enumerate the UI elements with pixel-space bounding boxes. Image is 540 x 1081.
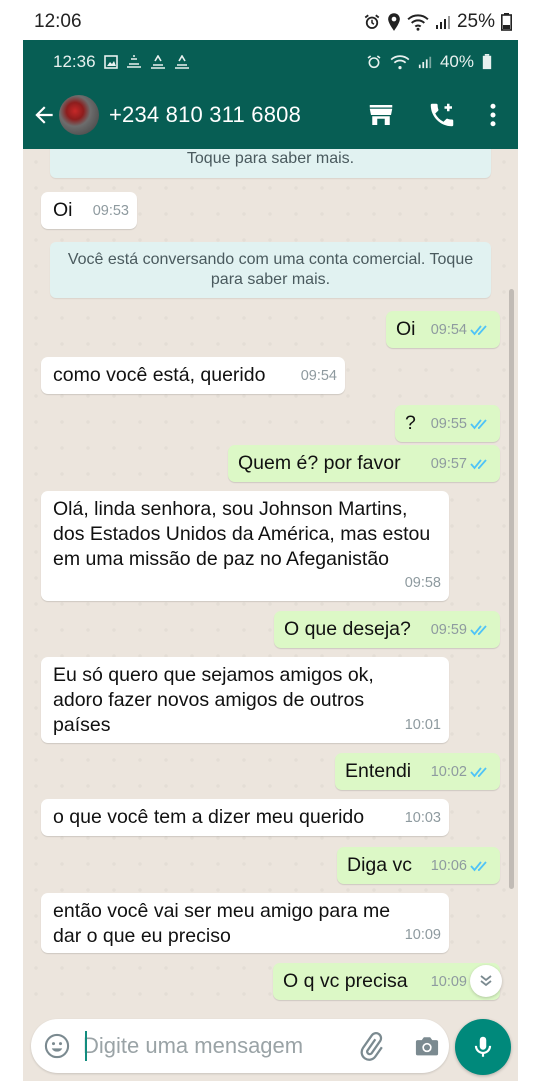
message-meta: 10:02 — [431, 760, 492, 785]
app-status-bar: 12:36 40% — [23, 40, 518, 82]
mic-icon — [474, 1036, 492, 1057]
message-time: 10:09 — [430, 974, 467, 990]
device-battery-level: 25% — [456, 11, 495, 32]
wifi-icon — [390, 55, 410, 70]
message-text: Quem é? por favor — [238, 452, 401, 474]
device-status-icons: 25% — [363, 11, 512, 33]
incoming-message[interactable]: Olá, linda senhora, sou Johnson Martins,… — [41, 491, 449, 601]
message-meta: 10:06 — [431, 854, 492, 879]
message-input[interactable] — [83, 1030, 343, 1062]
read-ticks-icon — [470, 459, 487, 470]
attach-icon[interactable] — [356, 1032, 386, 1062]
store-icon[interactable] — [366, 100, 396, 130]
message-time: 09:59 — [430, 622, 467, 638]
signal-icon — [435, 16, 450, 29]
device-time: 12:06 — [34, 11, 82, 32]
message-text: Eu só quero que sejamos amigos ok, adoro… — [53, 664, 374, 736]
chevron-down-icon — [480, 975, 492, 987]
contact-name[interactable]: +234 810 311 6808 — [109, 102, 301, 128]
business-notice[interactable]: Você está conversando com uma conta come… — [50, 242, 491, 298]
message-time: 09:54 — [300, 368, 337, 384]
scrollbar[interactable] — [509, 289, 514, 889]
back-arrow-icon[interactable] — [31, 102, 57, 128]
chat-header: +234 810 311 6808 — [23, 82, 518, 149]
outgoing-message[interactable]: Oi 09:54 — [386, 311, 500, 348]
outgoing-message[interactable]: ? 09:55 — [395, 405, 500, 442]
gallery-icon — [103, 55, 118, 69]
outgoing-message[interactable]: Diga vc 10:06 — [337, 847, 500, 884]
notification-icon — [150, 55, 165, 69]
signal-icon — [418, 56, 432, 69]
location-icon — [388, 13, 400, 31]
app-screen: 12:36 40% +234 810 311 6808 Toque para s… — [23, 40, 518, 1081]
read-ticks-icon — [470, 767, 487, 778]
read-ticks-icon — [470, 325, 487, 336]
message-text: então você vai ser meu amigo para me dar… — [53, 900, 391, 947]
notification-icon — [174, 55, 189, 69]
message-time: 10:02 — [430, 764, 467, 780]
notification-icon — [126, 55, 141, 68]
message-list[interactable]: Toque para saber mais. Oi 09:53 Você est… — [23, 149, 518, 1011]
message-time: 09:55 — [430, 416, 467, 432]
outgoing-message[interactable]: O que deseja? 09:59 — [274, 611, 500, 648]
incoming-message[interactable]: então você vai ser meu amigo para me dar… — [41, 893, 449, 953]
message-meta: 09:55 — [431, 412, 492, 437]
alarm-icon — [364, 14, 380, 29]
message-text: Entendi — [345, 760, 412, 782]
outgoing-message[interactable]: Entendi 10:02 — [335, 753, 500, 790]
business-notice[interactable]: Toque para saber mais. — [50, 149, 491, 178]
app-time: 12:36 — [53, 52, 96, 71]
app-status-right: 40% — [366, 52, 492, 72]
contact-avatar[interactable] — [59, 95, 99, 135]
device-status-bar: 12:06 25% — [0, 0, 540, 40]
message-text: o que você tem a dizer meu querido — [53, 806, 365, 828]
incoming-message[interactable]: Oi 09:53 — [41, 192, 137, 229]
message-meta: 09:59 — [431, 618, 492, 643]
emoji-icon[interactable] — [43, 1032, 71, 1060]
composer-bar — [23, 1011, 518, 1081]
message-time: 10:09 — [404, 927, 441, 943]
message-time: 10:01 — [404, 717, 441, 733]
message-time: 10:06 — [430, 858, 467, 874]
message-text: O que deseja? — [284, 618, 411, 640]
message-text: Diga vc — [347, 854, 413, 876]
message-time: 09:53 — [92, 203, 129, 219]
incoming-message[interactable]: Eu só quero que sejamos amigos ok, adoro… — [41, 657, 449, 743]
message-meta: 09:54 — [431, 318, 492, 343]
message-text: O q vc precisa — [283, 970, 408, 992]
message-time: 09:54 — [430, 322, 467, 338]
message-text: ? — [405, 412, 416, 434]
message-text: Oi — [53, 199, 73, 221]
message-meta: 09:57 — [431, 452, 492, 477]
incoming-message[interactable]: como você está, querido 09:54 — [41, 357, 345, 394]
wifi-icon — [407, 14, 429, 31]
message-text: Oi — [396, 318, 416, 340]
read-ticks-icon — [470, 419, 487, 430]
system-message-text: Toque para saber mais. — [186, 150, 355, 167]
read-ticks-icon — [470, 625, 487, 636]
text-caret — [85, 1031, 87, 1061]
read-ticks-icon — [470, 861, 487, 872]
system-message-text: Você está conversando com uma conta come… — [67, 251, 474, 288]
message-text: como você está, querido — [53, 364, 266, 386]
outgoing-message[interactable]: O q vc precisa 10:09 — [273, 963, 500, 1000]
scroll-to-bottom-button[interactable] — [470, 965, 502, 997]
camera-icon[interactable] — [413, 1032, 441, 1060]
incoming-message[interactable]: o que você tem a dizer meu querido 10:03 — [41, 799, 449, 836]
app-status-left: 12:36 — [53, 52, 190, 72]
more-vert-icon[interactable] — [478, 100, 508, 130]
outgoing-message[interactable]: Quem é? por favor 09:57 — [228, 445, 500, 482]
battery-icon — [501, 13, 512, 31]
add-call-icon[interactable] — [427, 100, 457, 130]
message-time: 10:03 — [404, 810, 441, 826]
app-battery-level: 40% — [439, 52, 474, 71]
message-text: Olá, linda senhora, sou Johnson Martins,… — [53, 498, 431, 570]
battery-icon — [482, 54, 492, 70]
voice-message-button[interactable] — [455, 1019, 511, 1075]
alarm-icon — [367, 55, 381, 69]
message-time: 09:58 — [404, 575, 441, 591]
message-input-box[interactable] — [31, 1019, 449, 1073]
message-time: 09:57 — [430, 456, 467, 472]
